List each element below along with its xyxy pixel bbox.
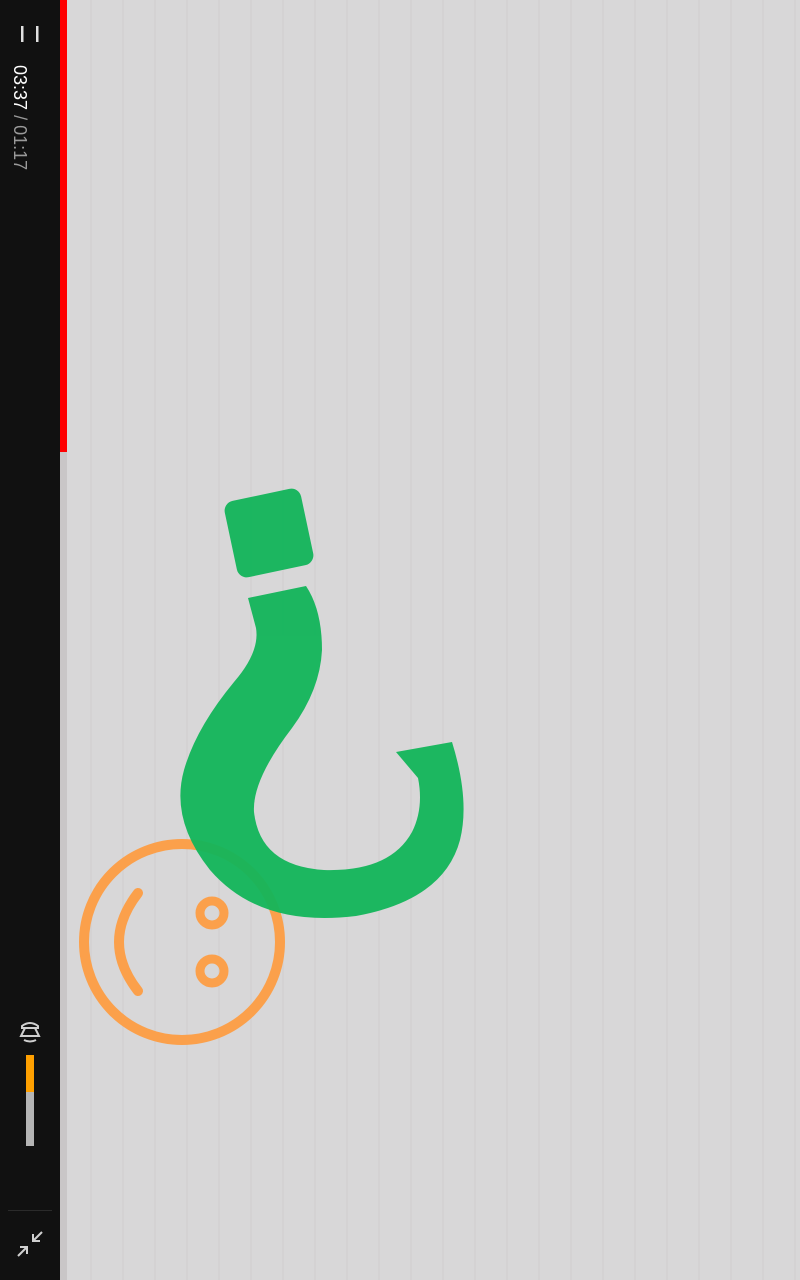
- video-frame[interactable]: [60, 0, 800, 1280]
- volume-slider[interactable]: [26, 1055, 34, 1146]
- time-display: 03:37 / 01:17: [10, 65, 30, 170]
- player-control-bar: 03:37 / 01:17: [0, 0, 60, 1280]
- seek-bar[interactable]: [60, 0, 67, 1280]
- video-content: [79, 488, 464, 1045]
- menu-button[interactable]: [12, 14, 48, 54]
- current-time: 03:37: [10, 65, 30, 111]
- exit-fullscreen-icon: [17, 1231, 43, 1257]
- exit-fullscreen-button[interactable]: [14, 1228, 46, 1260]
- question-mark-graphic: [180, 488, 464, 919]
- total-duration: 01:17: [10, 125, 30, 171]
- time-separator: /: [10, 115, 30, 121]
- video-player-screen: 03:37 / 01:17: [0, 0, 800, 1280]
- seek-bar-progress: [60, 0, 67, 452]
- volume-level: [26, 1055, 34, 1093]
- control-divider: [8, 1210, 52, 1211]
- volume-button[interactable]: [15, 1018, 45, 1048]
- volume-icon: [19, 1022, 41, 1043]
- menu-icon: [21, 26, 39, 42]
